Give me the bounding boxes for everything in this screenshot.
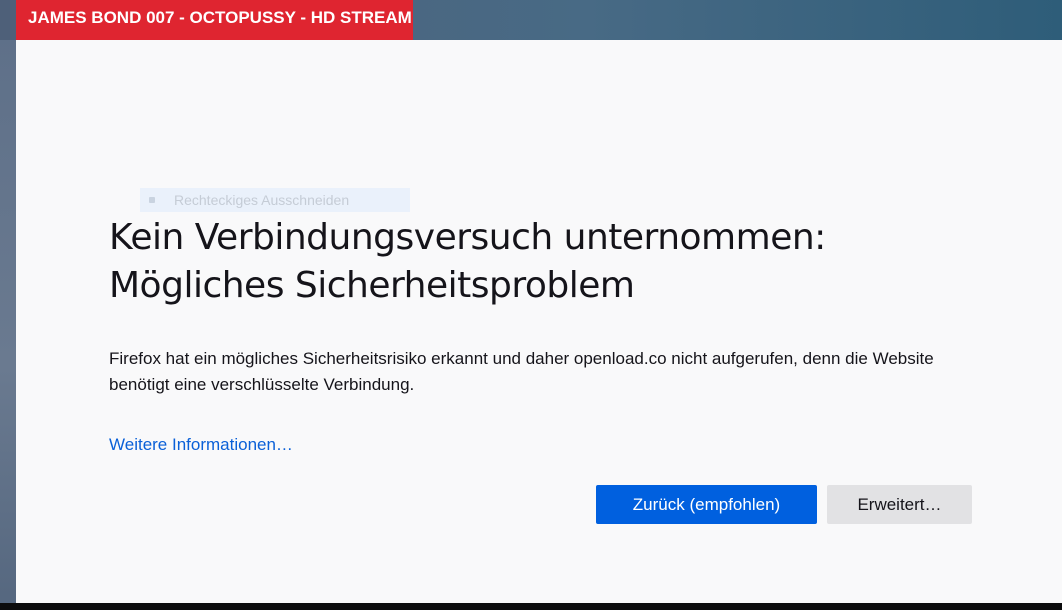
header-bar: JAMES BOND 007 - OCTOPUSSY - HD STREAM	[0, 0, 1062, 40]
go-back-button[interactable]: Zurück (empfohlen)	[596, 485, 817, 524]
advanced-button[interactable]: Erweitert…	[827, 485, 972, 524]
left-window-edge	[0, 0, 16, 610]
error-page-content: Rechteckiges Ausschneiden Kein Verbindun…	[16, 40, 1062, 603]
error-title: Kein Verbindungsversuch unternommen: Mög…	[109, 214, 1009, 310]
error-title-line-2: Mögliches Sicherheitsproblem	[109, 265, 635, 306]
error-description: Firefox hat ein mögliches Sicherheitsris…	[109, 349, 934, 394]
bottom-window-edge	[0, 603, 1062, 610]
page-title-badge: JAMES BOND 007 - OCTOPUSSY - HD STREAM	[16, 0, 413, 40]
ghost-menu-icon	[149, 197, 155, 203]
learn-more-link[interactable]: Weitere Informationen…	[109, 432, 293, 458]
ghost-menu-item: Rechteckiges Ausschneiden	[140, 188, 410, 212]
ghost-menu-label: Rechteckiges Ausschneiden	[174, 192, 350, 208]
error-title-line-1: Kein Verbindungsversuch unternommen:	[109, 217, 826, 258]
